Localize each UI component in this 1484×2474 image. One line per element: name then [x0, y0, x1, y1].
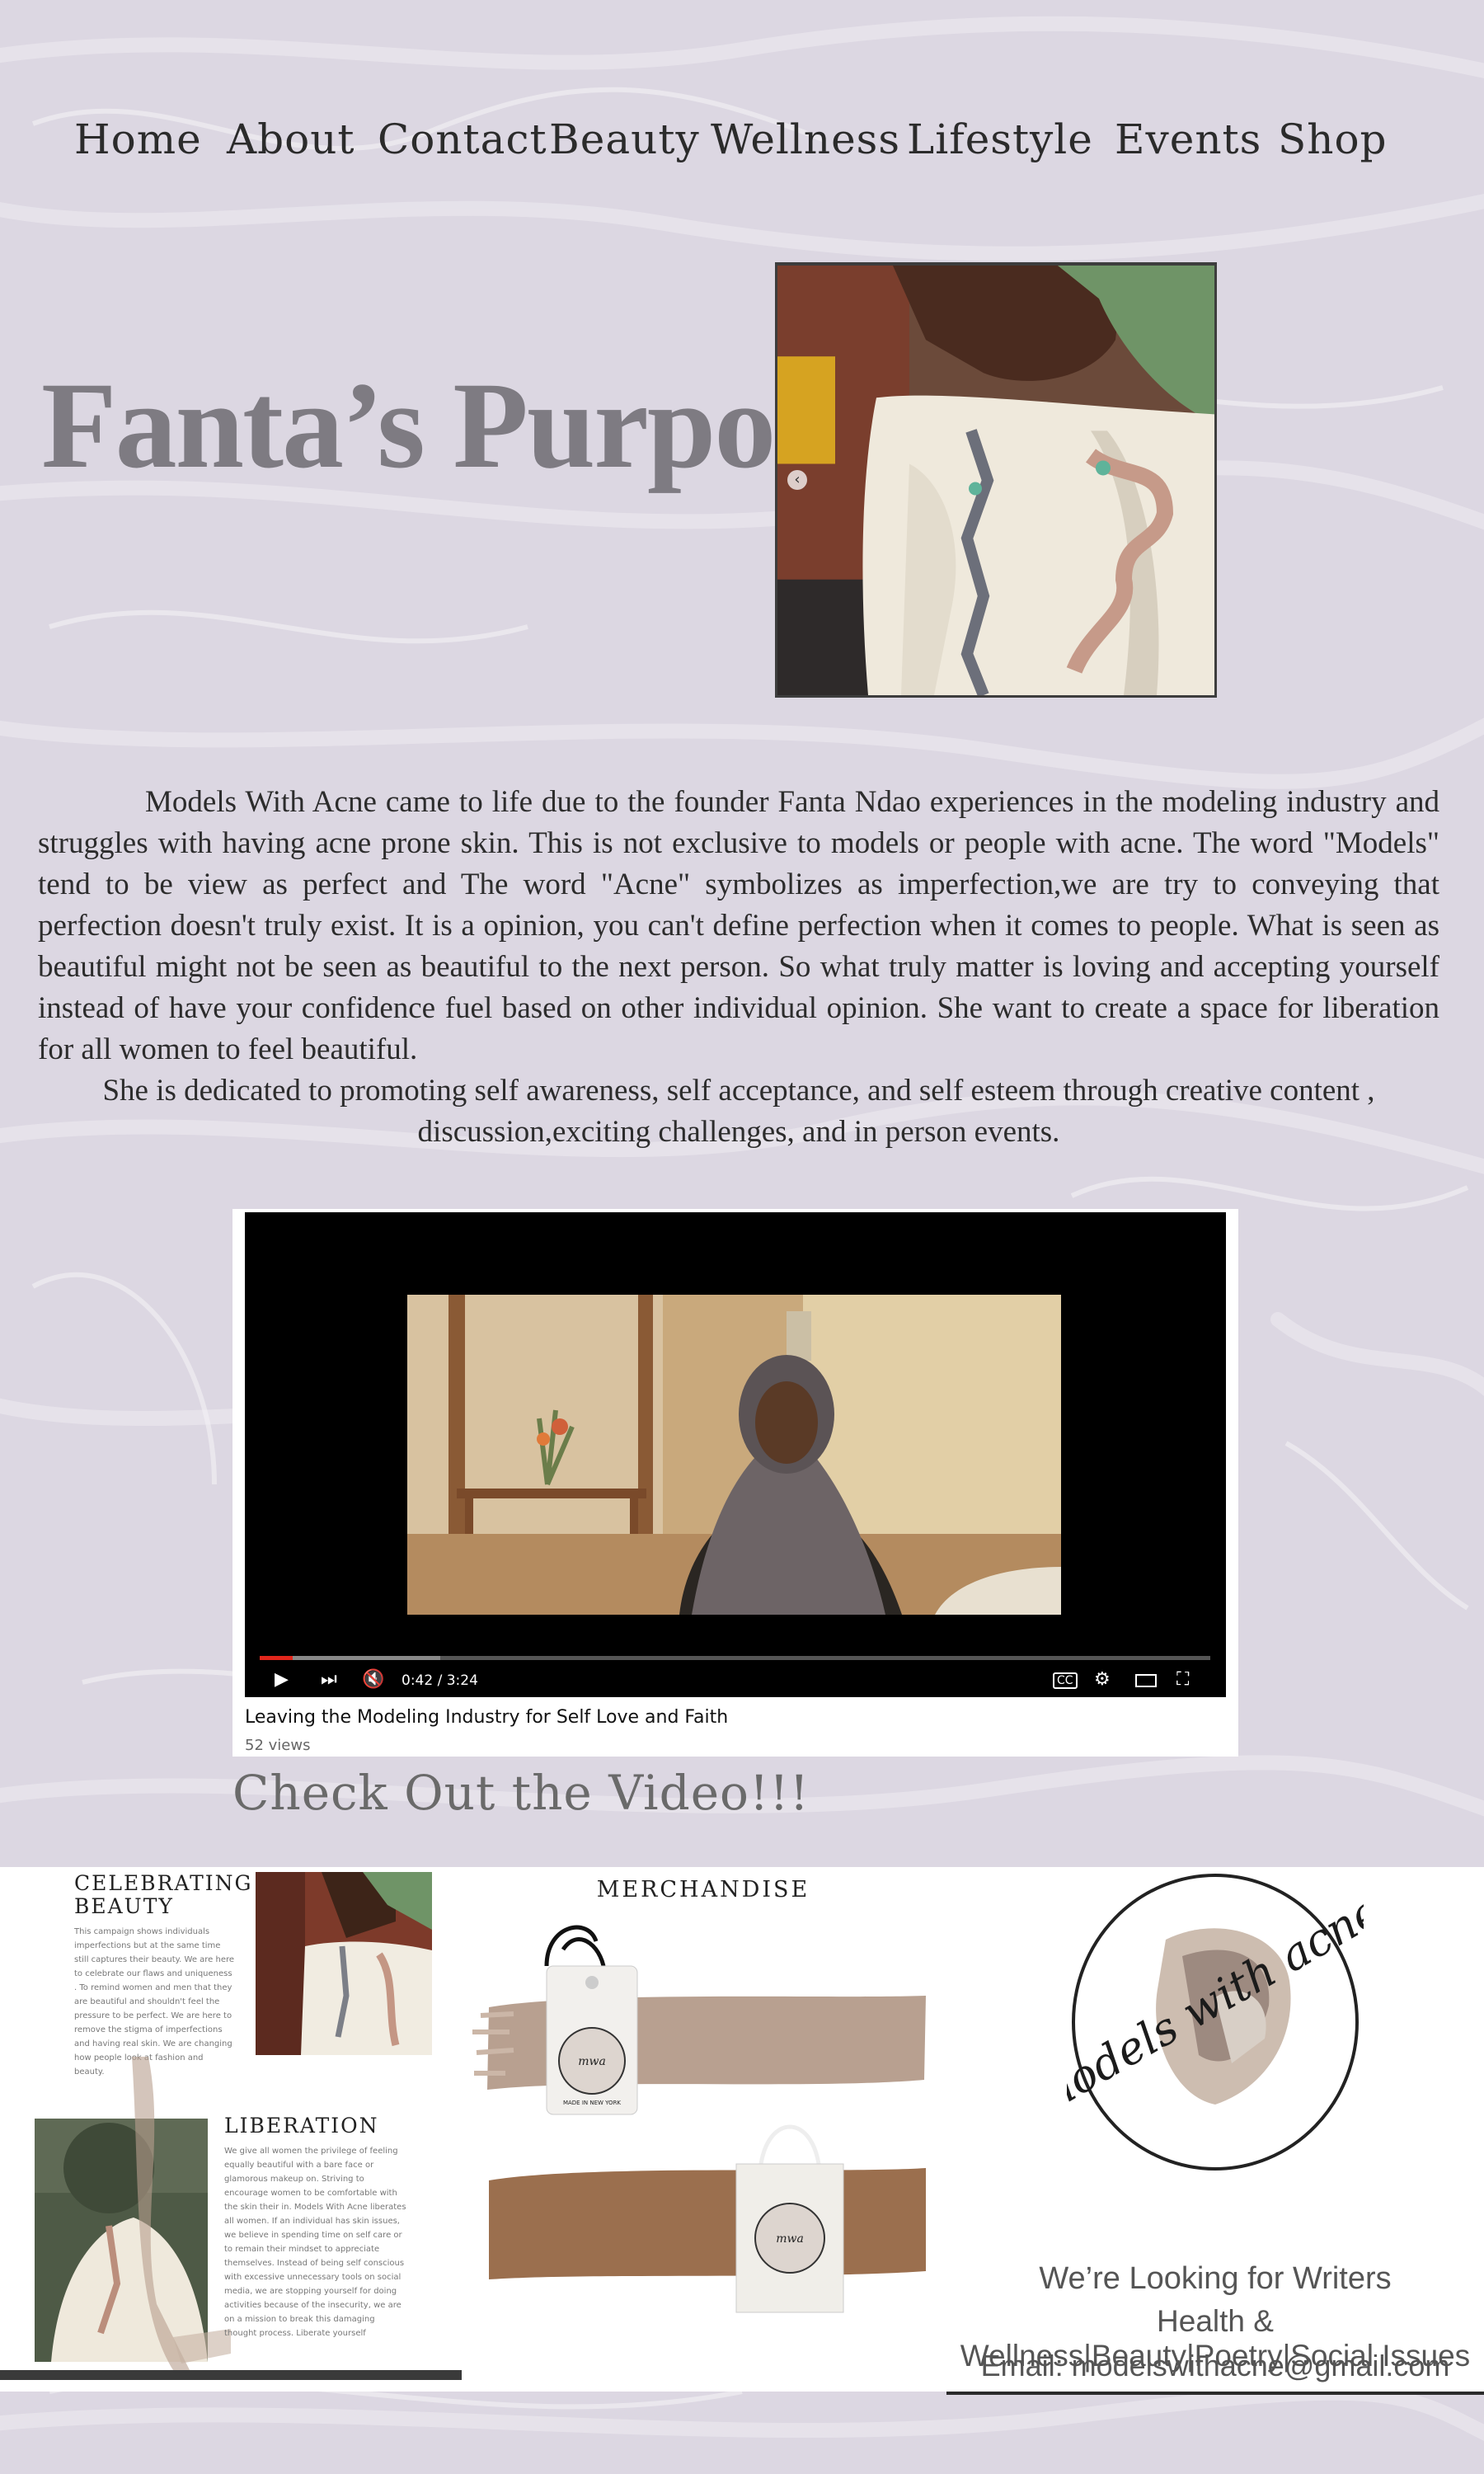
- celebrate-photo: [256, 1872, 432, 2055]
- merchandise-title: MERCHANDISE: [596, 1877, 810, 1903]
- mute-icon[interactable]: 🔇: [362, 1669, 384, 1690]
- celebrating-beauty-panel[interactable]: CELEBRATING BEAUTY This campaign shows i…: [0, 1867, 462, 2380]
- feature-panels: CELEBRATING BEAUTY This campaign shows i…: [0, 1867, 1484, 2395]
- nav-shop[interactable]: Shop: [1278, 115, 1388, 163]
- video-played-bar: [260, 1656, 294, 1660]
- hero-slideshow[interactable]: ‹: [775, 262, 1217, 698]
- liberation-body: We give all women the privilege of feeli…: [224, 2147, 406, 2338]
- settings-gear-icon[interactable]: ⚙: [1094, 1669, 1111, 1690]
- merch-tag-and-bag: mwa MADE IN NEW YORK mwa: [472, 1925, 926, 2313]
- check-video-heading: Check Out the Video!!!: [232, 1765, 810, 1821]
- video-player[interactable]: ▶ ⏭ 🔇 0:42 / 3:24 CC ⚙ ⛶: [245, 1212, 1226, 1697]
- video-controls: ▶ ⏭ 🔇 0:42 / 3:24 CC ⚙ ⛶: [245, 1664, 1226, 1697]
- video-time: 0:42 / 3:24: [402, 1672, 478, 1689]
- video-progress-bar[interactable]: [260, 1656, 1210, 1660]
- brush-stroke-decoration: [132, 2057, 231, 2370]
- panel-divider: [0, 2370, 462, 2380]
- fullscreen-icon[interactable]: ⛶: [1176, 1669, 1189, 1690]
- next-icon[interactable]: ⏭: [321, 1669, 337, 1690]
- nav-home[interactable]: Home: [74, 115, 202, 163]
- page-title: Fanta’s Purpose: [41, 357, 876, 494]
- slideshow-prev-button[interactable]: ‹: [787, 470, 807, 490]
- nav-wellness[interactable]: Wellness: [711, 115, 900, 163]
- writers-email[interactable]: Email: modelswithacne@gmail.com: [946, 2349, 1484, 2383]
- main-nav: Home About Contact Beauty Wellness Lifes…: [0, 115, 1484, 181]
- about-paragraph-2: She is dedicated to promoting self aware…: [102, 1074, 1375, 1149]
- hero-photo: [777, 266, 1214, 695]
- video-thumbnail: [407, 1295, 1061, 1615]
- writers-heading: We’re Looking for Writers: [1039, 2261, 1392, 2296]
- theater-mode-icon[interactable]: [1135, 1674, 1157, 1687]
- merchandise-panel[interactable]: MERCHANDISE mwa MADE IN NEW YORK mwa: [464, 1867, 942, 2392]
- play-icon[interactable]: ▶: [275, 1669, 289, 1690]
- video-embed[interactable]: ▶ ⏭ 🔇 0:42 / 3:24 CC ⚙ ⛶ Leaving the Mod…: [232, 1209, 1238, 1757]
- celebrating-heading: CELEBRATING BEAUTY: [74, 1872, 253, 1918]
- about-paragraph-1: Models With Acne came to life due to the…: [38, 785, 1439, 1066]
- liberation-heading: LIBERATION: [224, 2114, 379, 2138]
- video-views: 52 views: [245, 1737, 311, 1753]
- writers-panel[interactable]: models with acne We’re Looking for Write…: [946, 1867, 1484, 2395]
- nav-contact[interactable]: Contact: [378, 115, 547, 163]
- nav-about[interactable]: About: [227, 115, 355, 163]
- heading-line-2: BEAUTY: [74, 1894, 174, 1918]
- heading-line-1: CELEBRATING: [74, 1871, 253, 1895]
- merch-tag-label: MADE IN NEW YORK: [563, 2100, 621, 2106]
- about-text: Models With Acne came to life due to the…: [38, 782, 1439, 1153]
- models-with-acne-logo: models with acne: [1067, 1874, 1364, 2171]
- video-title[interactable]: Leaving the Modeling Industry for Self L…: [245, 1707, 728, 1728]
- nav-events[interactable]: Events: [1115, 115, 1261, 163]
- svg-text:mwa: mwa: [578, 2055, 606, 2068]
- panel-underline: [946, 2392, 1484, 2395]
- svg-text:mwa: mwa: [776, 2232, 804, 2246]
- nav-lifestyle[interactable]: Lifestyle: [907, 115, 1093, 163]
- captions-icon[interactable]: CC: [1053, 1672, 1078, 1689]
- nav-beauty[interactable]: Beauty: [549, 115, 700, 163]
